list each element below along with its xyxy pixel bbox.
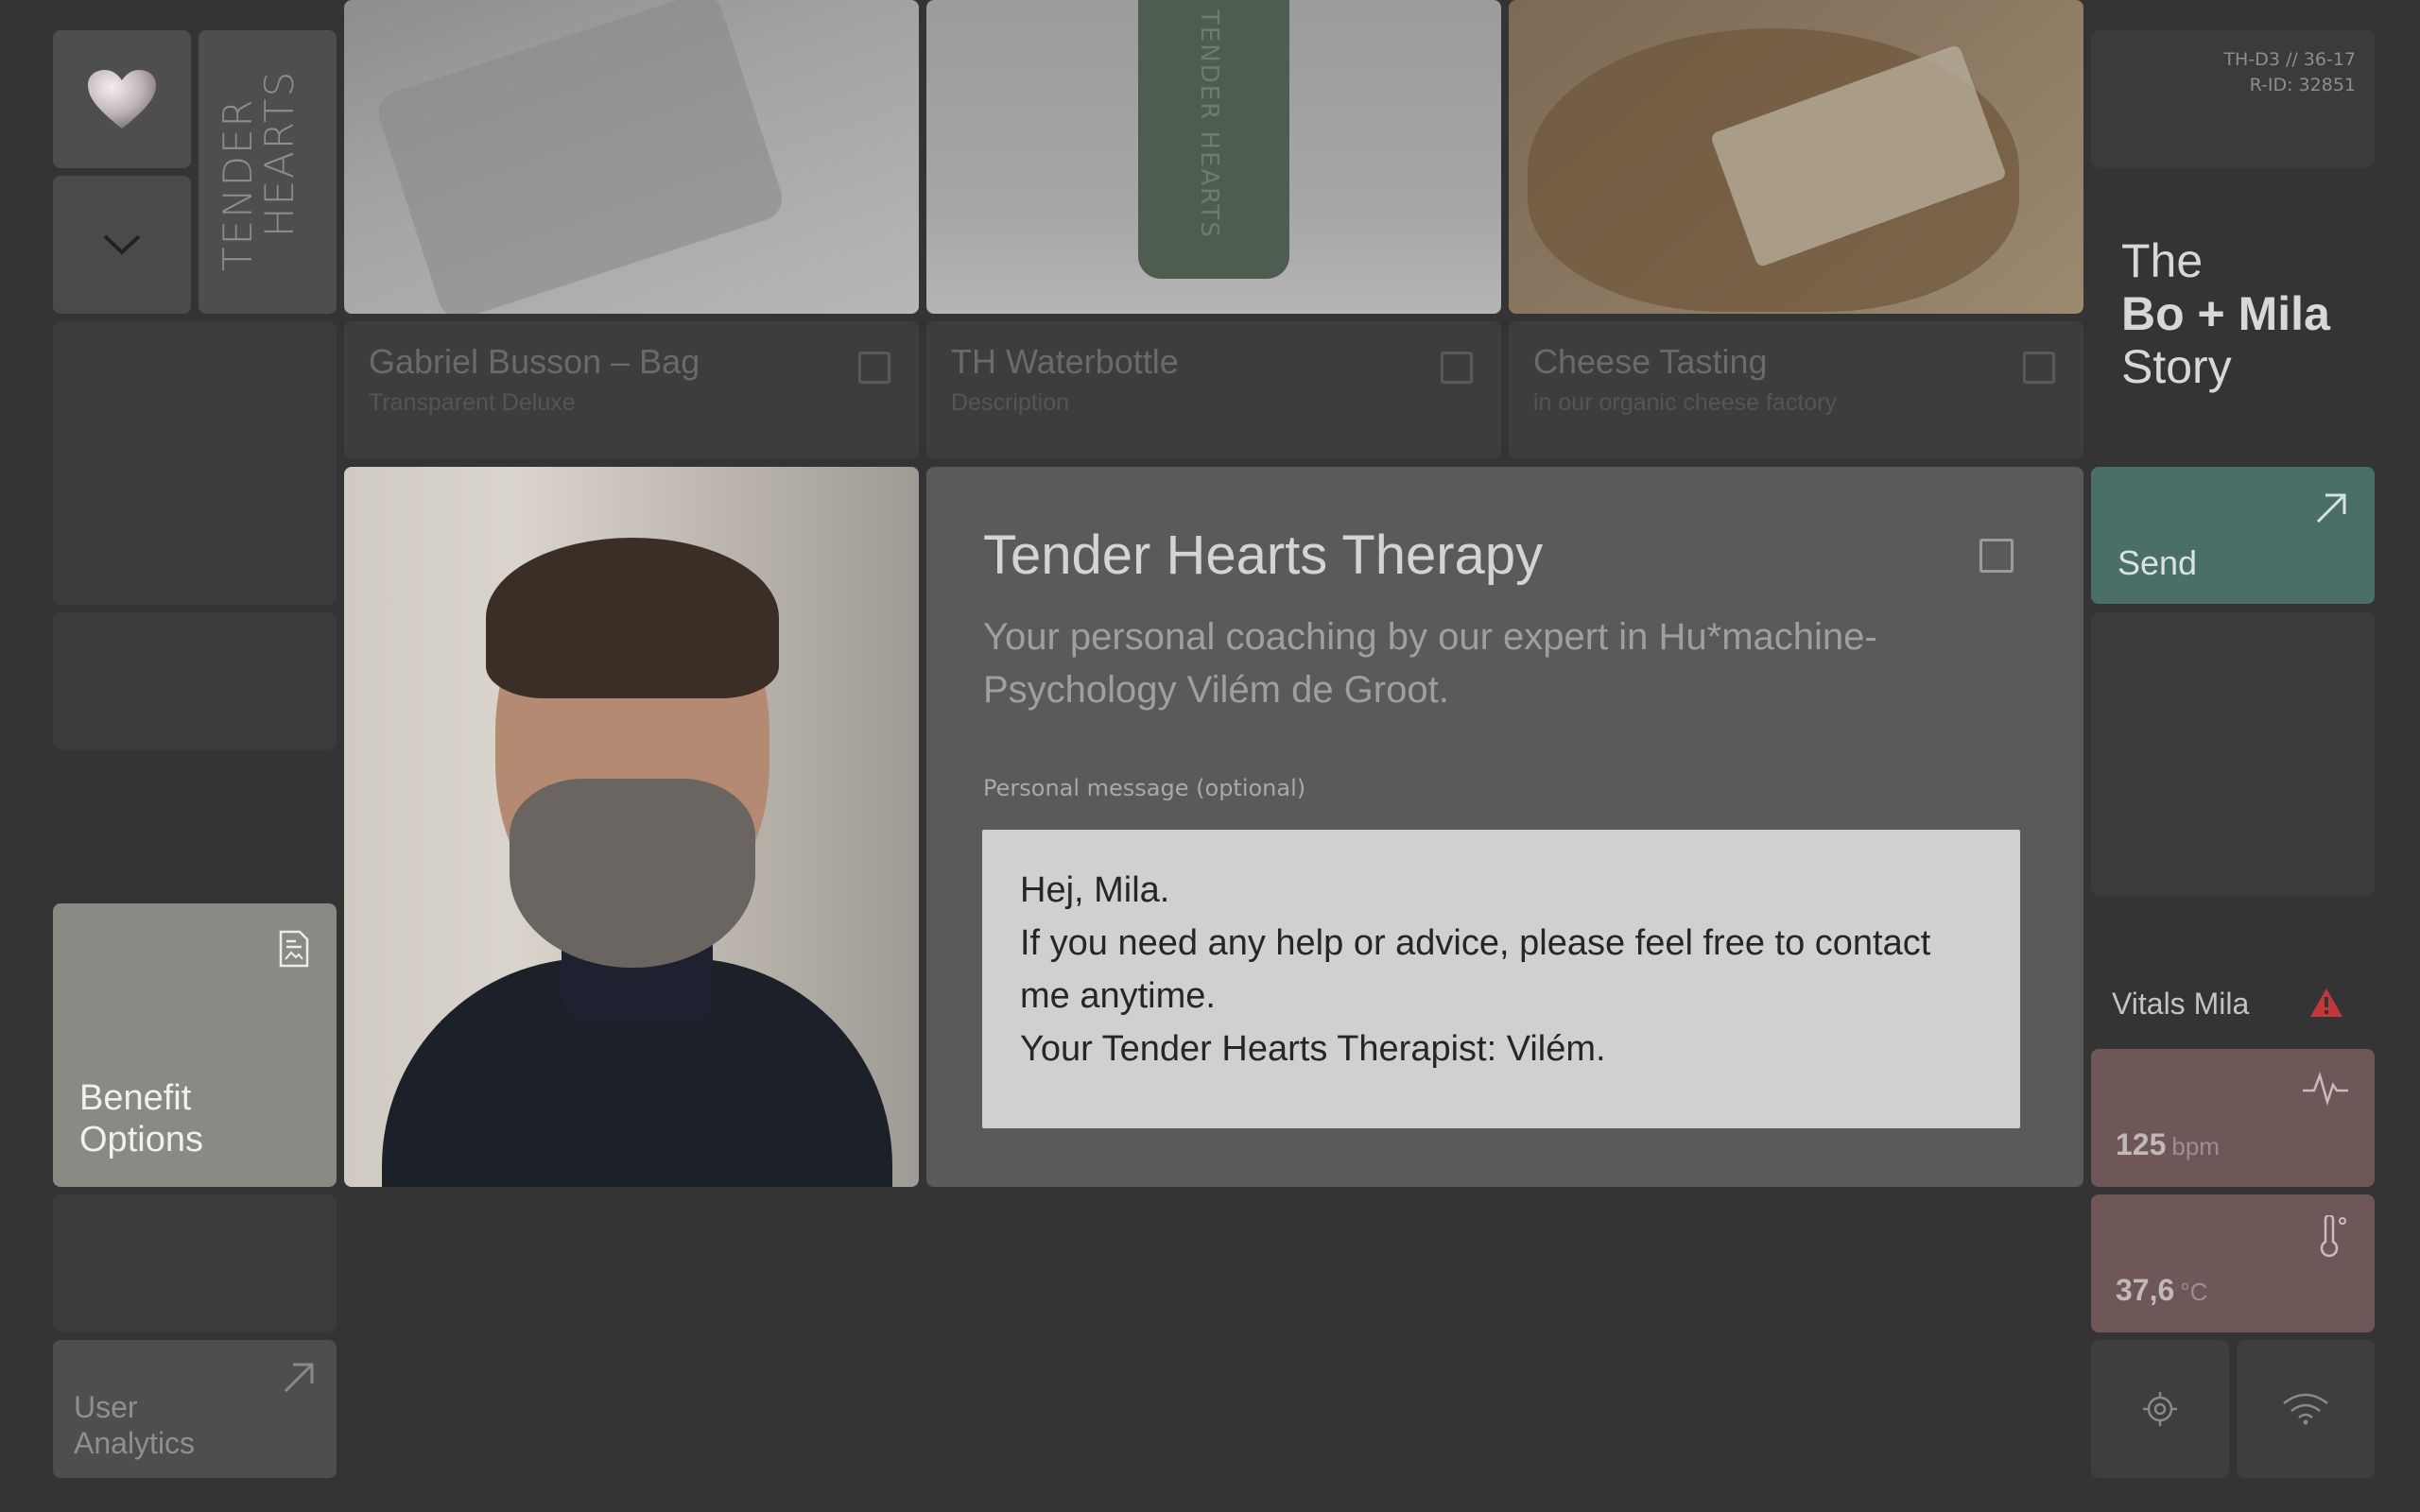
brand-logo-line2: HEARTS — [256, 69, 302, 237]
story-heading[interactable]: The Bo + Mila Story — [2121, 234, 2330, 393]
product-checkbox[interactable] — [858, 352, 890, 384]
temperature-value: 37,6 °C — [2116, 1273, 2207, 1308]
therapy-card: Tender Hearts Therapy Your personal coac… — [926, 467, 2083, 1187]
product-card[interactable]: Gabriel Busson – Bag Transparent Deluxe — [344, 321, 919, 458]
portrait-hair — [486, 538, 779, 698]
warning-icon[interactable] — [2308, 987, 2344, 1022]
product-checkbox[interactable] — [1441, 352, 1473, 384]
chevron-down-icon — [103, 234, 141, 255]
heart-rate-tile[interactable]: 125 bpm — [2091, 1049, 2375, 1187]
heart-rate-number: 125 — [2116, 1127, 2167, 1161]
product-subtitle: in our organic cheese factory — [1533, 389, 1838, 416]
message-label: Personal message (optional) — [983, 775, 1306, 801]
thermometer-icon — [2316, 1213, 2350, 1261]
product-image-bag[interactable] — [344, 0, 919, 314]
benefit-options-label: Benefit Options — [79, 1078, 203, 1160]
user-analytics-tile[interactable]: User Analytics — [53, 1340, 337, 1478]
therapy-description: Your personal coaching by our expert in … — [983, 616, 1877, 711]
crosshair-icon — [2143, 1392, 2177, 1426]
therapy-checkbox[interactable] — [1979, 539, 2014, 573]
wifi-icon — [2283, 1393, 2328, 1425]
device-meta-tile: TH-D3 // 36-17 R-ID: 32851 — [2091, 30, 2375, 167]
send-label: Send — [2118, 543, 2198, 582]
product-card[interactable]: Cheese Tasting in our organic cheese fac… — [1509, 321, 2083, 458]
story-line1: The — [2121, 234, 2204, 287]
bag-illustration — [372, 0, 788, 314]
heart-rate-unit: bpm — [2171, 1132, 2220, 1160]
device-meta: TH-D3 // 36-17 R-ID: 32851 — [2223, 47, 2356, 98]
vitals-title: Vitals Mila — [2112, 987, 2250, 1021]
product-title: TH Waterbottle — [951, 342, 1179, 381]
portrait-beard — [510, 779, 755, 968]
product-checkbox[interactable] — [2023, 352, 2055, 384]
product-image-waterbottle[interactable]: TENDER HEARTS — [926, 0, 1501, 314]
pulse-icon — [2301, 1070, 2350, 1111]
location-button[interactable] — [2091, 1340, 2229, 1478]
empty-tile — [2091, 612, 2375, 896]
wifi-button[interactable] — [2237, 1340, 2375, 1478]
therapy-title: Tender Hearts Therapy — [983, 524, 1544, 586]
empty-tile — [53, 1194, 337, 1332]
product-title: Cheese Tasting — [1533, 342, 1768, 381]
document-icon — [278, 930, 310, 971]
collapse-button[interactable] — [53, 176, 191, 314]
bottle-illustration: TENDER HEARTS — [1138, 0, 1289, 279]
personal-message-field[interactable]: Hej, Mila. If you need any help or advic… — [982, 830, 2020, 1128]
story-line3: Story — [2121, 340, 2232, 393]
therapist-photo — [344, 467, 919, 1187]
arrow-up-right-icon — [282, 1361, 316, 1399]
product-title: Gabriel Busson – Bag — [369, 342, 700, 381]
heart-logo-tile[interactable] — [53, 30, 191, 168]
empty-tile — [53, 612, 337, 749]
product-subtitle: Transparent Deluxe — [369, 389, 576, 416]
send-button[interactable]: Send — [2091, 467, 2375, 604]
story-line2: Bo + Mila — [2121, 287, 2330, 340]
product-subtitle: Description — [951, 389, 1070, 416]
brand-logo-line1: TENDER — [215, 97, 261, 271]
arrow-up-right-icon — [2314, 491, 2348, 529]
temperature-unit: °C — [2180, 1278, 2208, 1306]
empty-tile — [53, 321, 337, 605]
product-card[interactable]: TH Waterbottle Description — [926, 321, 1501, 458]
heart-icon — [88, 70, 156, 129]
brand-logo: TENDER HEARTS — [215, 69, 302, 271]
temperature-tile[interactable]: 37,6 °C — [2091, 1194, 2375, 1332]
temperature-number: 37,6 — [2116, 1273, 2175, 1307]
benefit-options-tile[interactable]: Benefit Options — [53, 903, 337, 1187]
brand-tile: TENDER HEARTS — [199, 30, 337, 314]
bottle-label: TENDER HEARTS — [1195, 9, 1223, 239]
record-id: R-ID: 32851 — [2249, 75, 2356, 95]
user-analytics-label: User Analytics — [74, 1390, 196, 1460]
product-image-cheese[interactable] — [1509, 0, 2083, 314]
heart-rate-value: 125 bpm — [2116, 1127, 2220, 1162]
device-id: TH-D3 // 36-17 — [2223, 49, 2356, 70]
